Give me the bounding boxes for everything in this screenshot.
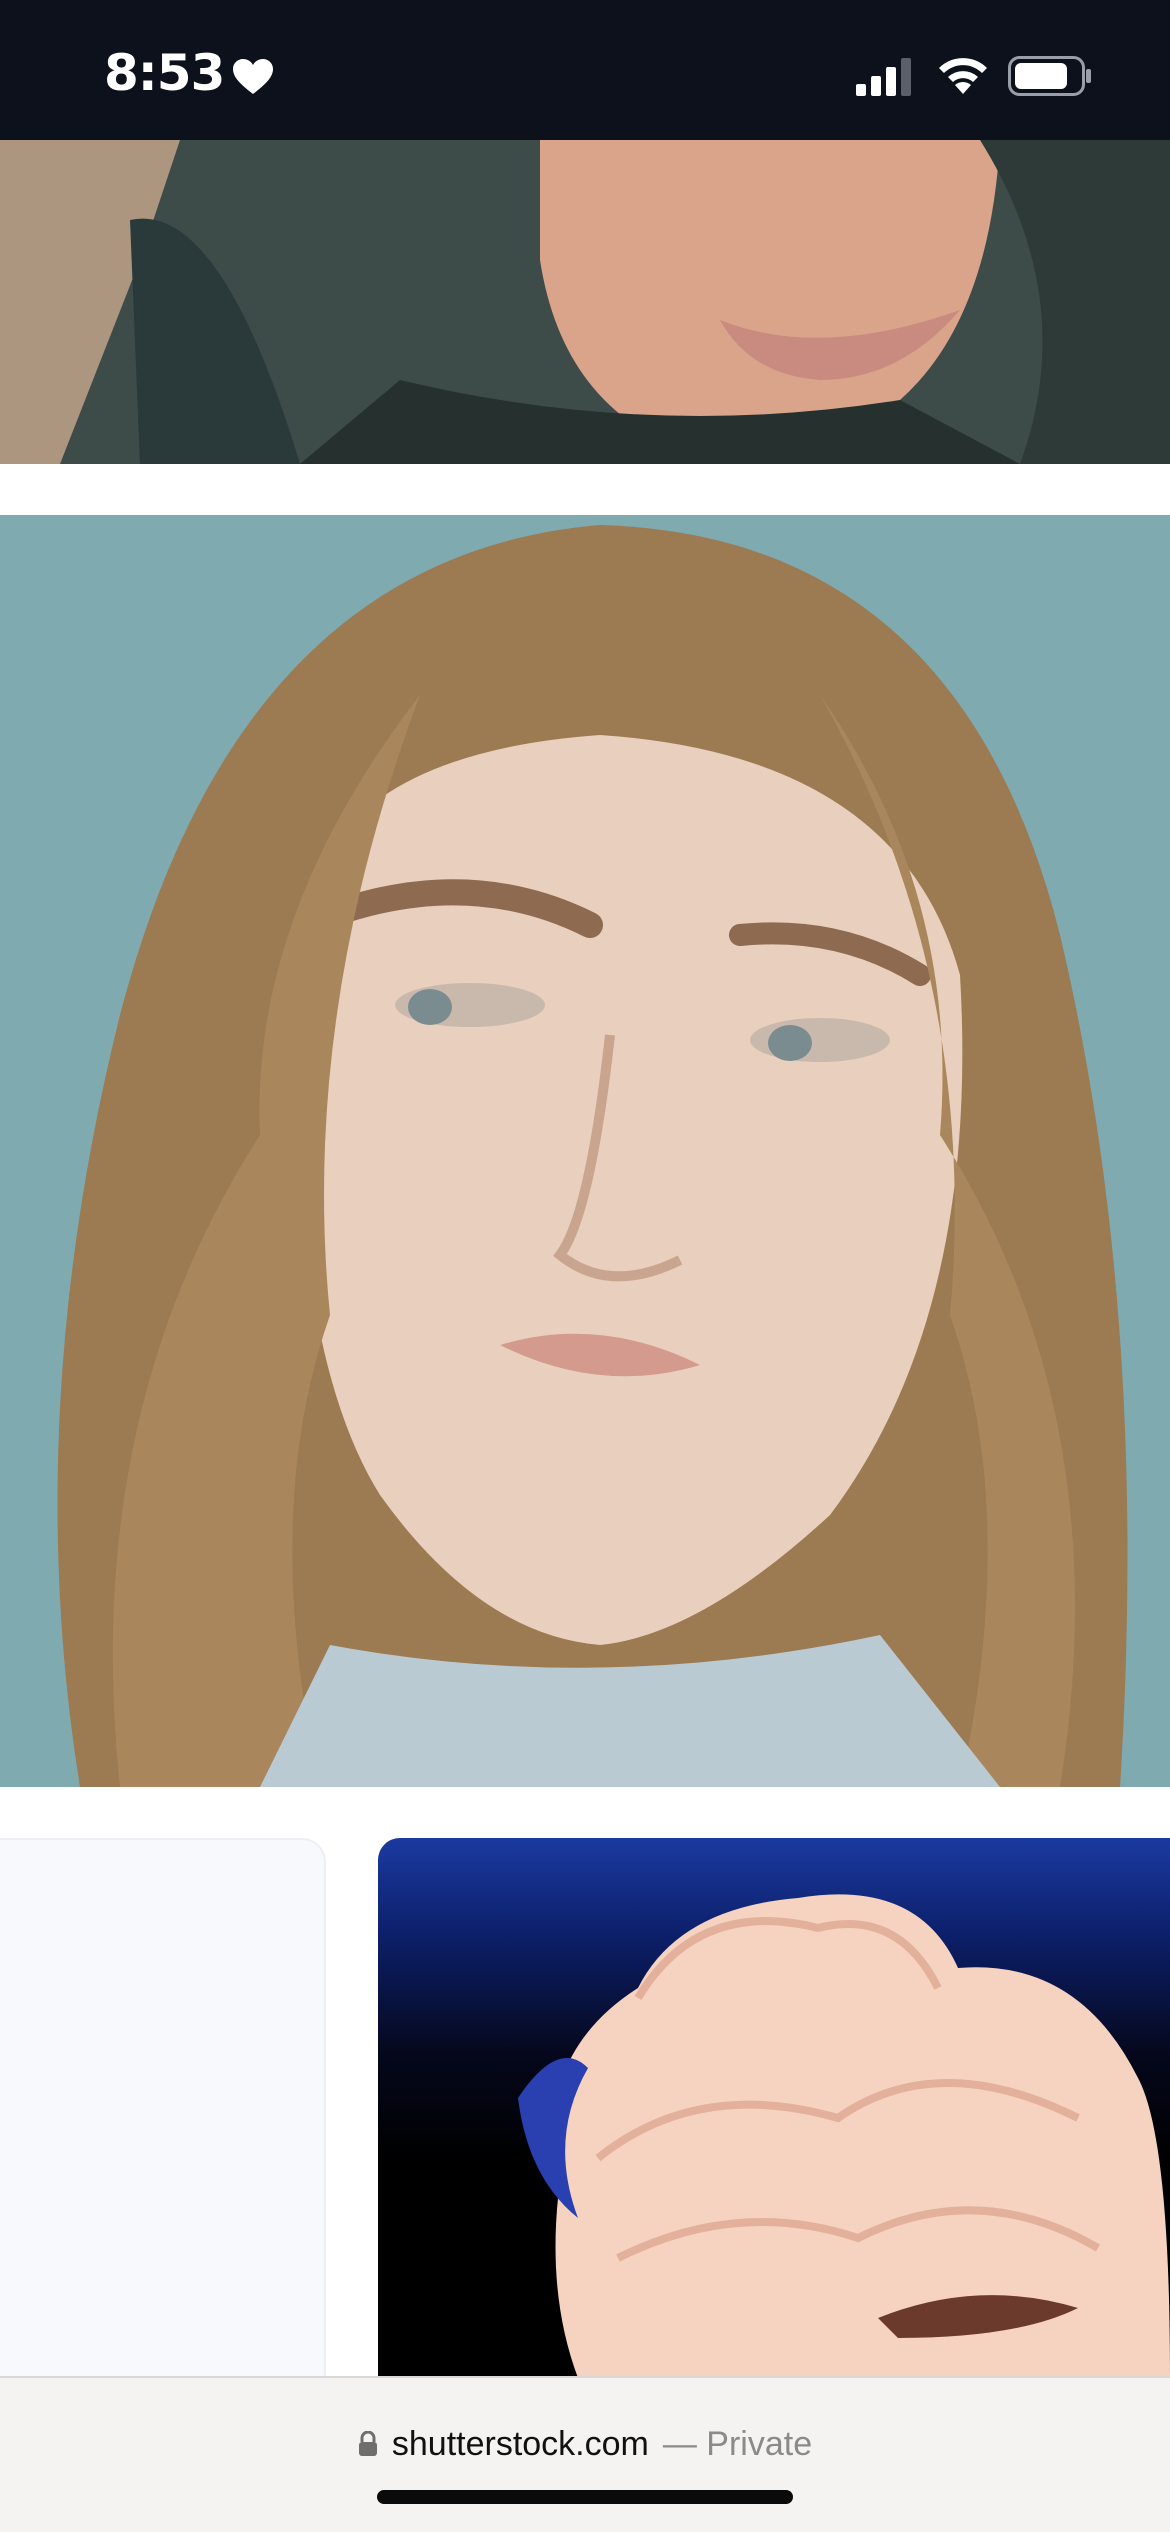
placeholder-tile[interactable]	[0, 1838, 326, 2378]
url-row[interactable]: shutterstock.com — Private	[0, 2416, 1170, 2472]
url-domain: shutterstock.com	[391, 2424, 649, 2463]
signal-icon	[856, 58, 911, 96]
illustration-art	[518, 1894, 1170, 2378]
browser-address-bar[interactable]: shutterstock.com — Private	[0, 2376, 1170, 2532]
status-time: 8:53	[104, 44, 225, 102]
wifi-icon	[939, 58, 987, 94]
status-bar: 8:53	[0, 0, 1170, 140]
illustration-tile[interactable]	[378, 1838, 1170, 2378]
home-indicator[interactable]	[377, 2490, 793, 2504]
battery-icon	[1008, 56, 1091, 96]
portrait-photo-partial-art	[0, 140, 1170, 464]
heart-icon	[233, 59, 273, 94]
portrait-photo-art	[0, 515, 1170, 1787]
private-label: — Private	[662, 2424, 813, 2463]
portrait-photo[interactable]	[0, 515, 1170, 1787]
lock-icon	[358, 2431, 377, 2456]
portrait-photo-partial[interactable]	[0, 140, 1170, 464]
